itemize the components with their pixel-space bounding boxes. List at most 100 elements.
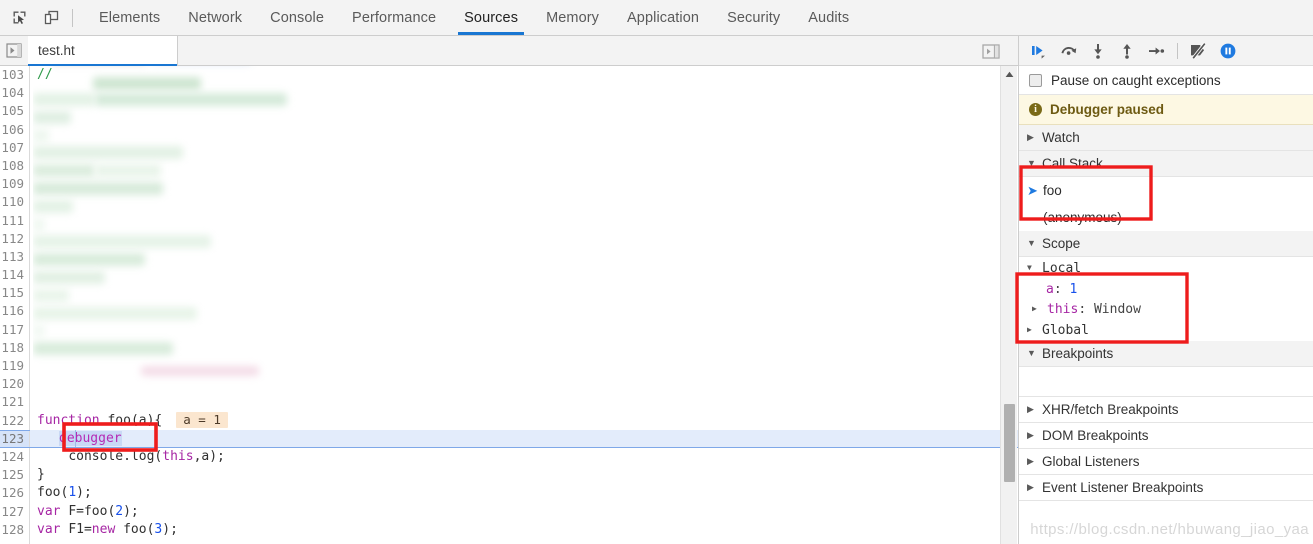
code-line[interactable]: 119 [0, 357, 1018, 376]
code-editor[interactable]: 103 // 104 105 106 107 108 109 110 111 1… [0, 66, 1018, 544]
tab-security[interactable]: Security [713, 0, 794, 35]
code-line[interactable]: 126 foo(1); [0, 484, 1018, 503]
scrollbar-thumb[interactable] [1004, 404, 1015, 482]
code-line[interactable]: 118 [0, 338, 1018, 357]
execution-gutter-marker [60, 429, 76, 448]
scroll-up-arrow-icon[interactable] [1001, 66, 1018, 83]
section-dom-breakpoints[interactable]: ▶ DOM Breakpoints [1019, 423, 1313, 449]
section-watch[interactable]: ▶ Watch [1019, 125, 1313, 151]
tab-sources[interactable]: Sources [450, 0, 532, 35]
tab-performance[interactable]: Performance [338, 0, 450, 35]
code-line[interactable]: 124 console.log(this,a); [0, 447, 1018, 467]
line-content [30, 139, 1018, 157]
code-line[interactable]: 107 [0, 138, 1018, 157]
scope-group-local[interactable]: ▼ Local [1019, 257, 1313, 279]
code-line[interactable]: 112 [0, 229, 1018, 248]
tab-application[interactable]: Application [613, 0, 713, 35]
pause-on-caught-exceptions-row[interactable]: Pause on caught exceptions [1019, 66, 1313, 95]
code-line[interactable]: 111 [0, 211, 1018, 230]
code-line[interactable]: 125 } [0, 466, 1018, 485]
code-line[interactable]: 120 [0, 375, 1018, 394]
code-line[interactable]: 117 [0, 320, 1018, 339]
line-content [30, 393, 1018, 411]
code-line[interactable]: 127 var F=foo(2); [0, 502, 1018, 521]
code-lines[interactable]: 103 // 104 105 106 107 108 109 110 111 1… [0, 66, 1018, 544]
line-number: 126 [0, 484, 30, 503]
chevron-right-icon: ▶ [1027, 132, 1034, 142]
line-content [30, 266, 1018, 284]
code-line[interactable]: 115 [0, 284, 1018, 303]
editor-scrollbar[interactable] [1000, 66, 1017, 544]
line-number: 103 [0, 66, 30, 85]
line-number: 106 [0, 120, 30, 139]
section-breakpoints[interactable]: ▼ Breakpoints [1019, 341, 1313, 367]
code-line[interactable]: 121 [0, 393, 1018, 412]
tab-audits-label: Audits [808, 9, 850, 26]
code-line[interactable]: 103 // [0, 66, 1018, 85]
code-line[interactable]: 116 [0, 302, 1018, 321]
step-out-icon[interactable] [1114, 39, 1140, 63]
pause-on-exceptions-icon[interactable] [1215, 39, 1241, 63]
section-dom-breakpoints-label: DOM Breakpoints [1042, 428, 1149, 443]
section-call-stack[interactable]: ▼ Call Stack [1019, 151, 1313, 177]
source-file-tabbar: test.ht [0, 36, 1018, 66]
chevron-down-icon: ▼ [1027, 263, 1032, 272]
scope-group-global-label: Global [1042, 322, 1089, 338]
tab-console[interactable]: Console [256, 0, 338, 35]
line-content [30, 357, 1018, 375]
step-into-icon[interactable] [1085, 39, 1111, 63]
section-global-listeners[interactable]: ▶ Global Listeners [1019, 449, 1313, 475]
section-scope[interactable]: ▼ Scope [1019, 231, 1313, 257]
section-xhr-breakpoints[interactable]: ▶ XHR/fetch Breakpoints [1019, 397, 1313, 423]
line-content [30, 193, 1018, 211]
call-stack-frame-foo[interactable]: ➤ foo [1019, 177, 1313, 204]
code-line[interactable]: 128 var F1=new foo(3); [0, 520, 1018, 539]
code-line[interactable]: 109 [0, 175, 1018, 194]
line-content [30, 284, 1018, 302]
pause-on-caught-exceptions-checkbox[interactable] [1029, 73, 1042, 87]
line-content: // [30, 66, 1018, 84]
code-line[interactable] [0, 538, 1018, 544]
code-line[interactable]: 113 [0, 247, 1018, 267]
debugger-paused-text: Debugger paused [1050, 102, 1165, 117]
code-line[interactable]: 114 [0, 266, 1018, 285]
code-line[interactable]: 105 [0, 102, 1018, 121]
code-line[interactable]: 110 [0, 193, 1018, 212]
resume-script-icon[interactable] [1027, 39, 1053, 63]
scope-group-local-label: Local [1042, 260, 1082, 276]
tab-memory[interactable]: Memory [532, 0, 613, 35]
code-line[interactable]: 104 [0, 84, 1018, 103]
scope-entry-value: Window [1093, 301, 1141, 317]
line-content: debugger [30, 429, 1018, 448]
show-navigator-icon[interactable] [0, 36, 28, 65]
scope-entry-a[interactable]: a: 1 [1019, 279, 1313, 299]
section-global-listeners-label: Global Listeners [1042, 454, 1140, 469]
file-tab-test-html[interactable]: test.ht [28, 36, 178, 66]
code-line[interactable]: 108 [0, 156, 1018, 176]
device-toolbar-icon[interactable] [38, 5, 64, 31]
tab-elements[interactable]: Elements [85, 0, 174, 35]
call-stack-frame-anonymous[interactable]: (anonymous) [1019, 204, 1313, 231]
chevron-right-icon: ▶ [1027, 404, 1034, 414]
deactivate-breakpoints-icon[interactable] [1186, 39, 1212, 63]
step-over-icon[interactable] [1056, 39, 1082, 63]
devtools-window: Elements Network Console Performance Sou… [0, 0, 1313, 544]
tab-audits[interactable]: Audits [794, 0, 863, 35]
chevron-down-icon: ▼ [1027, 158, 1036, 168]
code-line[interactable]: 106 [0, 120, 1018, 139]
step-icon[interactable] [1143, 39, 1169, 63]
tab-network[interactable]: Network [174, 0, 256, 35]
section-event-listener-breakpoints[interactable]: ▶ Event Listener Breakpoints [1019, 475, 1313, 501]
code-line[interactable]: 122 function foo(a){a = 1 [0, 411, 1018, 430]
line-content: } [37, 467, 45, 483]
inspect-element-icon[interactable] [6, 5, 32, 31]
tab-application-label: Application [627, 9, 700, 26]
chevron-right-icon: ▶ [1027, 456, 1034, 466]
show-debugger-sidebar-icon[interactable] [978, 40, 1004, 62]
line-content [30, 248, 1018, 266]
scope-entry-this[interactable]: ▶ this: Window [1019, 299, 1313, 319]
code-line-execution[interactable]: 123 debugger [0, 429, 1018, 449]
call-stack-frame-label: (anonymous) [1043, 210, 1122, 225]
scope-group-global[interactable]: ▶ Global [1019, 319, 1313, 341]
line-number: 112 [0, 229, 30, 248]
